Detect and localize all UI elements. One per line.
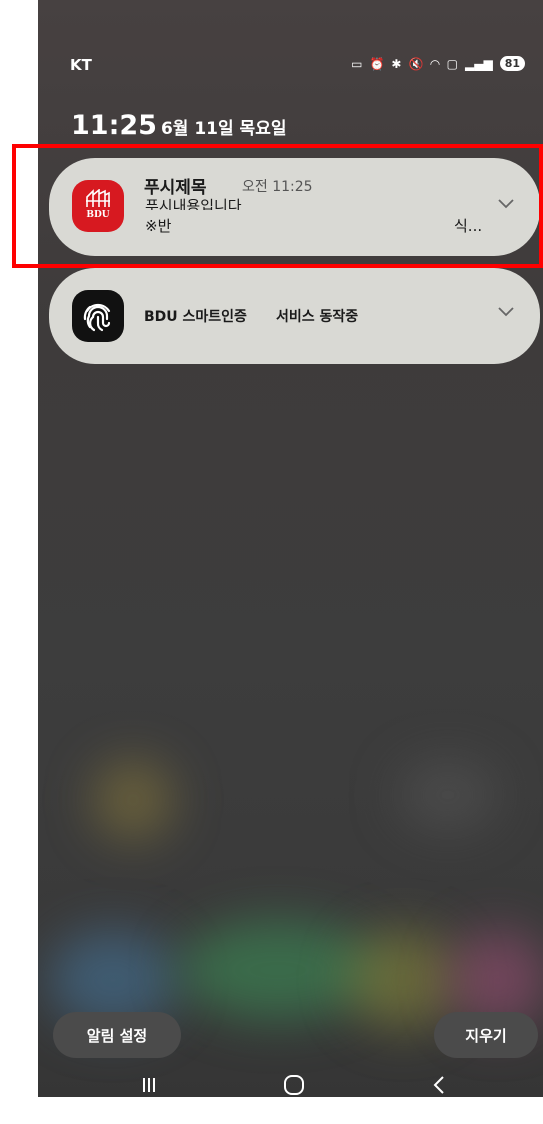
status-icons: ▭ ⏰ ✱ 🔇 ◠ ▢ ▂▄▆ 81 — [351, 56, 525, 71]
hd-icon: ▢ — [446, 56, 458, 71]
home-icon[interactable] — [279, 1073, 309, 1097]
mute-icon: 🔇 — [408, 56, 424, 71]
nfc-icon: ▭ — [351, 56, 363, 71]
notification-body-line2-end: 식... — [454, 217, 483, 235]
carrier-label: KT — [70, 56, 92, 74]
notification-shade: KT ▭ ⏰ ✱ 🔇 ◠ ▢ ▂▄▆ 81 11:25 6월 11일 목요일 BD… — [38, 0, 543, 1097]
bdu-logo-text: BDU — [86, 210, 110, 220]
notification-card-smart-auth[interactable]: BDU 스마트인증 서비스 동작중 — [49, 268, 540, 364]
chevron-down-icon[interactable] — [498, 302, 514, 321]
clear-button[interactable]: 지우기 — [434, 1012, 538, 1058]
background-blur — [398, 760, 498, 830]
clock-date: 6월 11일 목요일 — [160, 119, 287, 139]
alarm-icon: ⏰ — [369, 56, 385, 71]
chevron-down-icon[interactable] — [498, 194, 514, 213]
clock-row: 11:25 6월 11일 목요일 — [71, 110, 286, 141]
clock-time: 11:25 — [71, 110, 157, 141]
notification-body-line2: ※반 — [145, 217, 172, 235]
background-blur — [93, 760, 173, 840]
recent-apps-icon[interactable] — [134, 1073, 164, 1097]
notification-body-line1: 푸시내용입니다 — [145, 197, 242, 210]
signal-icon: ▂▄▆ — [465, 56, 493, 71]
notification-app-name: BDU 스마트인증 — [144, 309, 247, 325]
notification-card-push[interactable]: BDU 푸시제목 오전 11:25 푸시내용입니다 ※반 식... — [49, 158, 540, 256]
back-icon[interactable] — [424, 1073, 454, 1097]
notification-text: 서비스 동작중 — [276, 309, 359, 325]
notification-time: 오전 11:25 — [242, 179, 313, 195]
status-bar: KT ▭ ⏰ ✱ 🔇 ◠ ▢ ▂▄▆ 81 — [70, 56, 525, 78]
wifi-icon: ◠ — [430, 56, 440, 71]
fingerprint-icon — [72, 290, 124, 342]
notification-settings-button[interactable]: 알림 설정 — [53, 1012, 181, 1058]
bdu-logo-icon: BDU — [72, 180, 124, 232]
battery-icon: 81 — [499, 56, 525, 71]
bluetooth-icon: ✱ — [391, 56, 402, 71]
background-blur — [348, 930, 458, 1030]
